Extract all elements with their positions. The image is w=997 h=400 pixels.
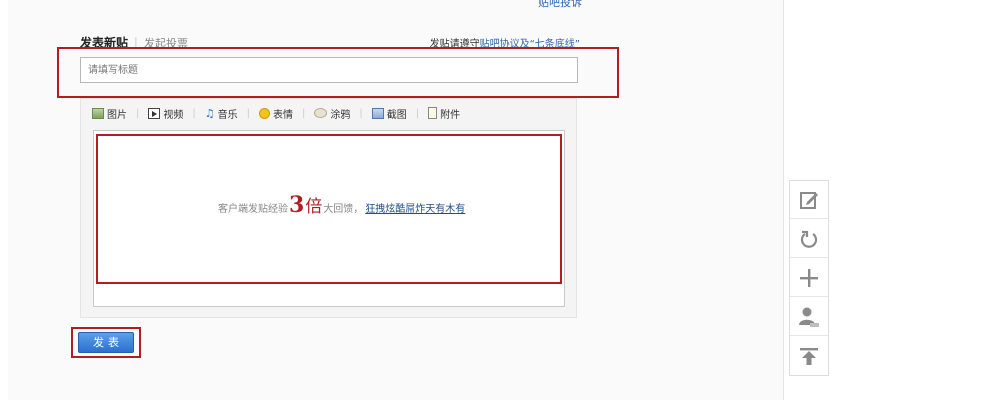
toolbar-video-label: 视频 xyxy=(163,109,184,121)
side-top-button[interactable] xyxy=(790,337,828,375)
toolbar-emoji-button[interactable]: 表情 xyxy=(259,106,293,121)
toolbar-attachment-label: 附件 xyxy=(440,109,461,121)
toolbar-screenshot-button[interactable]: 截图 xyxy=(371,106,407,121)
edit-icon xyxy=(800,191,818,209)
image-icon xyxy=(92,107,104,119)
toolbar-divider: | xyxy=(136,107,140,119)
back-to-top-icon xyxy=(800,348,818,365)
promo-suffix: 大回馈， xyxy=(323,204,364,215)
client-promo: 客户端发贴经验 3 倍 大回馈， 狂拽炫酷屌炸天有木有 xyxy=(0,192,997,220)
editor-toolbar: 图片 | 视频 | ♫ 音乐 | 表情 | 涂鸦 | 截图 | 附件 xyxy=(92,105,460,121)
side-user-button[interactable] xyxy=(790,298,828,336)
promo-line: 客户端发贴经验 3 倍 大回馈， 狂拽炫酷屌炸天有木有 xyxy=(218,192,465,218)
toolbar-image-label: 图片 xyxy=(107,109,127,121)
screenshot-icon xyxy=(371,107,384,119)
side-edit-button[interactable] xyxy=(790,181,828,219)
toolbar-divider: | xyxy=(302,107,306,119)
toolbar-video-button[interactable]: 视频 xyxy=(148,106,183,121)
toolbar-attachment-button[interactable]: 附件 xyxy=(428,106,460,121)
refresh-icon xyxy=(800,230,818,248)
toolbar-screenshot-label: 截图 xyxy=(386,109,407,121)
side-refresh-button[interactable] xyxy=(790,220,828,258)
emoji-icon xyxy=(259,107,270,119)
toolbar-divider: | xyxy=(415,107,420,119)
side-toolbar xyxy=(789,180,829,376)
toolbar-music-button[interactable]: ♫ 音乐 xyxy=(205,106,238,121)
report-link[interactable]: 贴吧投诉 xyxy=(538,0,582,10)
toolbar-divider: | xyxy=(359,107,363,119)
attachment-icon xyxy=(428,107,438,119)
toolbar-doodle-button[interactable]: 涂鸦 xyxy=(314,106,350,121)
toolbar-divider: | xyxy=(246,107,250,119)
music-icon: ♫ xyxy=(204,106,215,120)
toolbar-image-button[interactable]: 图片 xyxy=(92,106,127,121)
promo-prefix: 客户端发贴经验 xyxy=(218,204,288,215)
promo-link[interactable]: 狂拽炫酷屌炸天有木有 xyxy=(365,200,465,215)
side-add-button[interactable] xyxy=(790,259,828,297)
toolbar-doodle-label: 涂鸦 xyxy=(330,109,351,121)
add-icon xyxy=(800,268,818,287)
toolbar-music-label: 音乐 xyxy=(217,109,238,121)
video-icon xyxy=(148,107,161,119)
promo-multiplier: 3 xyxy=(289,192,305,218)
submit-button[interactable]: 发表 xyxy=(78,332,134,353)
promo-unit: 倍 xyxy=(305,197,323,217)
doodle-icon xyxy=(314,108,328,118)
user-icon xyxy=(799,307,819,327)
toolbar-divider: | xyxy=(192,107,196,119)
toolbar-emoji-label: 表情 xyxy=(273,109,293,121)
title-input[interactable] xyxy=(80,57,578,83)
